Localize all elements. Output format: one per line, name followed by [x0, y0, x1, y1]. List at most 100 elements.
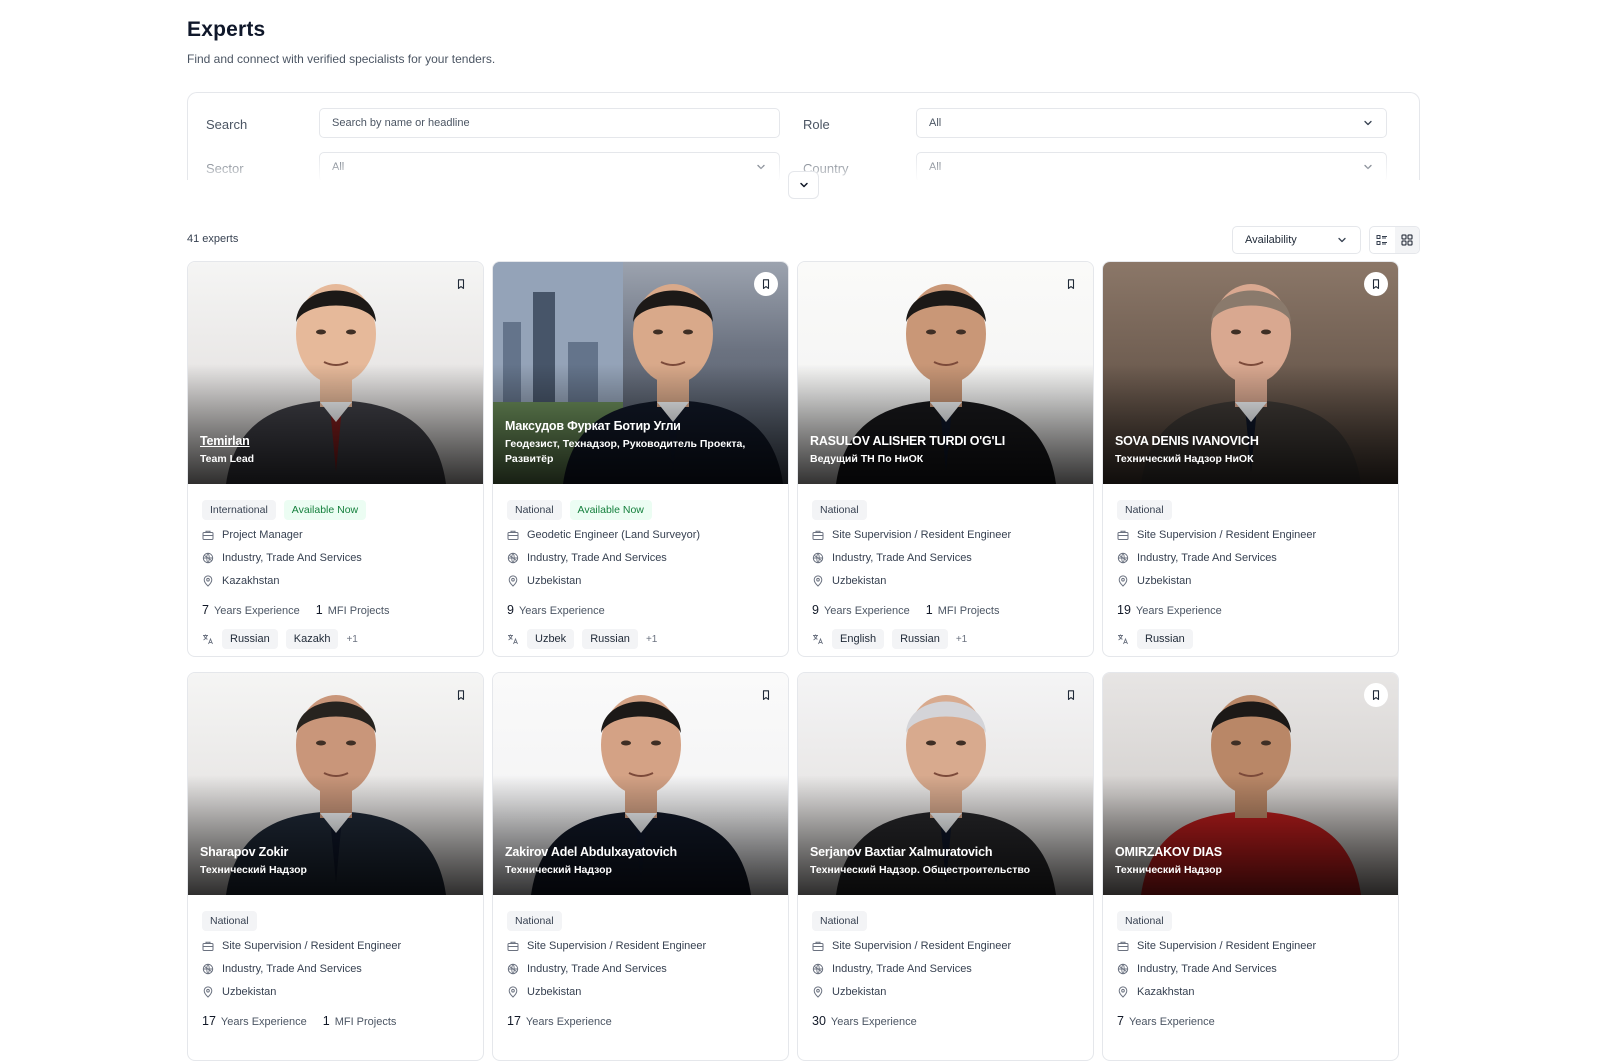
expert-country: Uzbekistan: [527, 575, 582, 587]
expert-details: National Site Supervision / Resident Engi…: [1103, 895, 1398, 1029]
years-value: 9: [812, 603, 819, 617]
map-pin-icon: [1118, 986, 1128, 998]
bookmark-button[interactable]: [449, 683, 473, 707]
globe-icon: [812, 552, 824, 564]
experience-stats: 19 Years Experience: [1117, 602, 1384, 618]
expert-sector-row: Industry, Trade And Services: [202, 961, 469, 977]
bookmark-button[interactable]: [1059, 683, 1083, 707]
country-select[interactable]: All: [916, 152, 1387, 180]
expert-name[interactable]: RASULOV ALISHER TURDI O'G'LI: [810, 434, 1005, 448]
expert-details: National Site Supervision / Resident Engi…: [798, 484, 1093, 650]
experience-stats: 30 Years Experience: [812, 1013, 1079, 1029]
results-count: 41 experts: [187, 233, 239, 245]
years-value: 17: [507, 1014, 521, 1028]
expert-role-row: Site Supervision / Resident Engineer: [507, 938, 774, 954]
search-input[interactable]: [319, 108, 780, 138]
expert-card[interactable]: SOVA DENIS IVANOVICH Технический Надзор Н…: [1102, 261, 1399, 657]
expert-name[interactable]: Sharapov Zokir: [200, 845, 288, 859]
briefcase-icon: [1117, 530, 1129, 540]
expert-details: National Site Supervision / Resident Engi…: [1103, 484, 1398, 650]
map-pin-icon: [1118, 575, 1128, 587]
grid-view-button[interactable]: [1394, 227, 1419, 253]
expert-sector-row: Industry, Trade And Services: [507, 550, 774, 566]
expert-sector: Industry, Trade And Services: [527, 963, 667, 975]
expert-country-row: Kazakhstan: [1117, 984, 1384, 1000]
bookmark-button[interactable]: [1364, 683, 1388, 707]
expert-details: National Available Now Geodetic Engineer (…: [493, 484, 788, 650]
expert-country: Kazakhstan: [222, 575, 280, 587]
bookmark-button[interactable]: [1059, 272, 1083, 296]
expert-role-row: Site Supervision / Resident Engineer: [202, 938, 469, 954]
badge-row: National: [812, 500, 1079, 520]
expert-headline: Технический Надзор. Общестроительство: [810, 864, 1031, 876]
expert-card[interactable]: Sharapov Zokir Технический Надзор National…: [187, 672, 484, 1061]
years-label: Years Experience: [220, 1016, 307, 1028]
bookmark-button[interactable]: [754, 683, 778, 707]
years-label: Years Experience: [1135, 605, 1222, 617]
availability-sort-select[interactable]: Availability: [1232, 226, 1361, 254]
expert-country: Uzbekistan: [527, 986, 582, 998]
list-view-button[interactable]: [1370, 227, 1395, 253]
map-pin-icon: [508, 575, 518, 587]
map-pin-icon: [813, 575, 823, 587]
expert-country-row: Uzbekistan: [507, 573, 774, 589]
bookmark-icon: [1372, 279, 1380, 289]
expert-sector: Industry, Trade And Services: [832, 963, 972, 975]
experience-stats: 9 Years Experience 1 MFI Projects: [812, 602, 1079, 618]
bookmark-icon: [457, 690, 465, 700]
chevron-down-icon: [1364, 164, 1372, 170]
scope-badge: National: [202, 911, 257, 931]
expert-photo: SOVA DENIS IVANOVICH Технический Надзор Н…: [1103, 262, 1398, 484]
expert-name[interactable]: SOVA DENIS IVANOVICH: [1115, 434, 1259, 448]
expert-card[interactable]: RASULOV ALISHER TURDI O'G'LI Ведущий ТН П…: [797, 261, 1094, 657]
expert-sector-row: Industry, Trade And Services: [1117, 550, 1384, 566]
expert-card[interactable]: OMIRZAKOV DIAS Технический Надзор National…: [1102, 672, 1399, 1061]
briefcase-icon: [202, 941, 214, 951]
years-label: Years Experience: [823, 605, 910, 617]
expert-name[interactable]: Serjanov Baxtiar Xalmuratovich: [810, 845, 992, 859]
more-languages: +1: [955, 633, 968, 645]
years-label: Years Experience: [525, 1016, 612, 1028]
expert-role: Geodetic Engineer (Land Surveyor): [527, 529, 701, 541]
bookmark-icon: [457, 279, 465, 289]
badge-row: National Available Now: [507, 500, 774, 520]
expert-card[interactable]: Serjanov Baxtiar Xalmuratovich Технически…: [797, 672, 1094, 1061]
expert-name[interactable]: Максудов Фуркат Ботир Угли: [505, 419, 681, 433]
bookmark-button[interactable]: [449, 272, 473, 296]
expert-name[interactable]: OMIRZAKOV DIAS: [1115, 845, 1222, 859]
translate-icon: [813, 634, 823, 645]
bookmark-icon: [1067, 279, 1075, 289]
mfi-label: MFI Projects: [937, 605, 1000, 617]
expert-sector: Industry, Trade And Services: [222, 963, 362, 975]
expert-details: National Site Supervision / Resident Engi…: [493, 895, 788, 1029]
expert-headline: Team Lead: [200, 453, 255, 465]
mfi-projects: 1 MFI Projects: [926, 603, 1000, 617]
role-select[interactable]: All: [916, 108, 1387, 138]
expand-filters-button[interactable]: [788, 171, 819, 199]
grid-view-icon: [1401, 234, 1413, 246]
search-label: Search: [206, 117, 248, 132]
scope-badge: International: [202, 500, 276, 520]
expert-card[interactable]: Temirlan Team Lead International Available …: [187, 261, 484, 657]
years-experience: 9 Years Experience: [812, 603, 910, 617]
expert-card[interactable]: Zakirov Adel Abdulxayatovich Технический …: [492, 672, 789, 1061]
mfi-value: 1: [925, 603, 933, 617]
expert-photo: Максудов Фуркат Ботир Угли Геодезист, Тех…: [493, 262, 788, 484]
years-value: 17: [202, 1014, 216, 1028]
chevron-down-icon: [1364, 120, 1372, 126]
expert-details: National Site Supervision / Resident Engi…: [798, 895, 1093, 1029]
bookmark-button[interactable]: [754, 272, 778, 296]
years-experience: 7 Years Experience: [202, 603, 300, 617]
expert-country-row: Uzbekistan: [812, 573, 1079, 589]
scope-badge: National: [507, 500, 562, 520]
expert-sector: Industry, Trade And Services: [527, 552, 667, 564]
bookmark-button[interactable]: [1364, 272, 1388, 296]
years-label: Years Experience: [518, 605, 605, 617]
scope-badge: National: [812, 911, 867, 931]
sector-select[interactable]: All: [319, 152, 780, 180]
expert-name[interactable]: Zakirov Adel Abdulxayatovich: [505, 845, 677, 859]
expert-card[interactable]: Максудов Фуркат Ботир Угли Геодезист, Тех…: [492, 261, 789, 657]
expert-name[interactable]: Temirlan: [200, 434, 250, 448]
language-chip: English: [832, 629, 885, 649]
experience-stats: 7 Years Experience: [1117, 1013, 1384, 1029]
